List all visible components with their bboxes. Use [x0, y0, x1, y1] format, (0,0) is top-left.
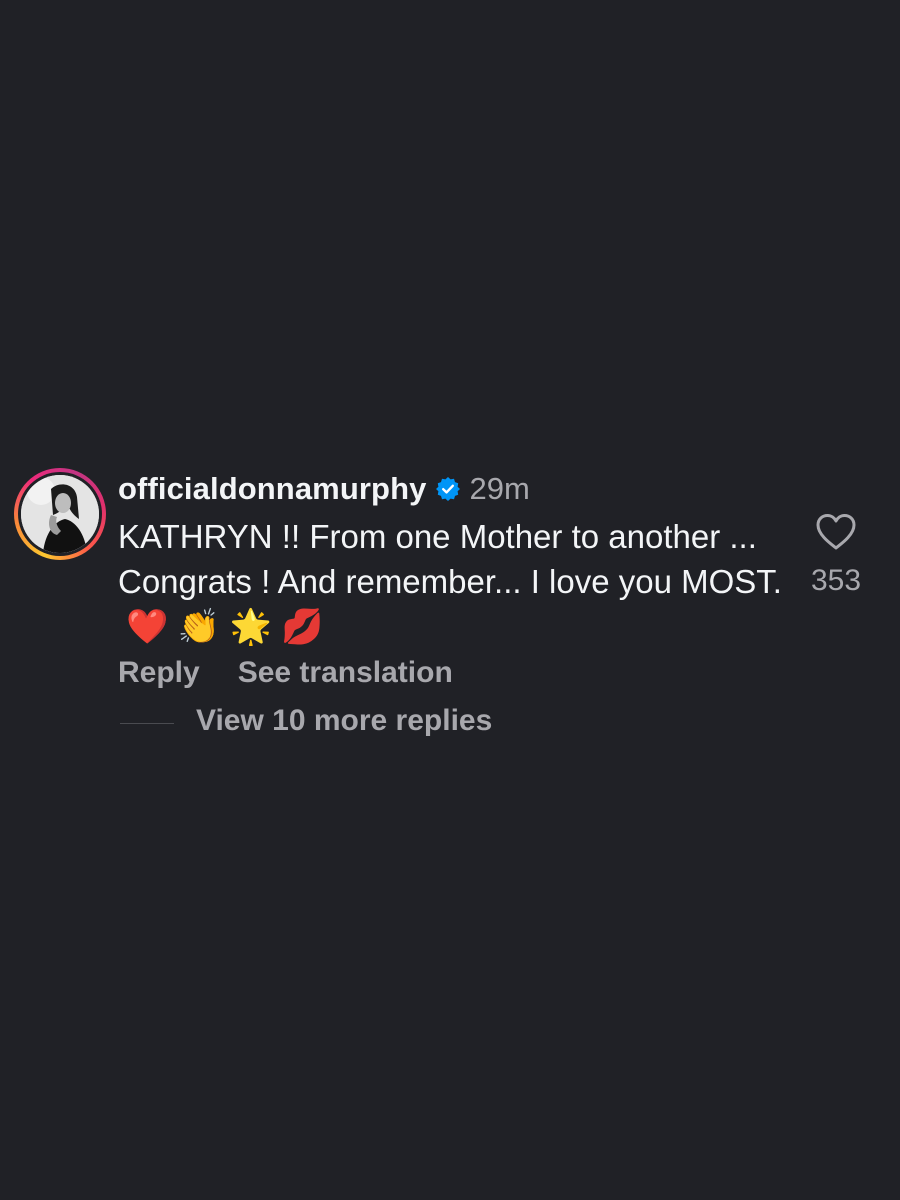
- comment-item: officialdonnamurphy 29m KATHRYN !! From …: [0, 0, 900, 1200]
- comment-timestamp: 29m: [469, 471, 530, 506]
- like-button[interactable]: [814, 512, 858, 552]
- reply-button[interactable]: Reply: [118, 656, 200, 690]
- view-more-replies-button[interactable]: View 10 more replies: [196, 704, 492, 738]
- verified-badge-icon: [435, 476, 461, 502]
- comment-emojis: ❤️ 👏 🌟 💋: [126, 608, 324, 646]
- see-translation-button[interactable]: See translation: [238, 656, 453, 690]
- comment-text-block: KATHRYN !! From one Mother to another ..…: [118, 514, 793, 650]
- username-link[interactable]: officialdonnamurphy: [118, 471, 426, 507]
- replies-divider: [120, 723, 174, 724]
- avatar[interactable]: [14, 468, 106, 560]
- avatar-photo-icon: [21, 475, 99, 553]
- avatar-image: [21, 475, 99, 553]
- heart-outline-icon: [816, 514, 856, 550]
- comment-text: KATHRYN !! From one Mother to another ..…: [118, 518, 782, 600]
- comment-actions: Reply See translation: [118, 656, 453, 690]
- comment-header: officialdonnamurphy 29m: [118, 468, 530, 510]
- like-count: 353: [810, 564, 862, 597]
